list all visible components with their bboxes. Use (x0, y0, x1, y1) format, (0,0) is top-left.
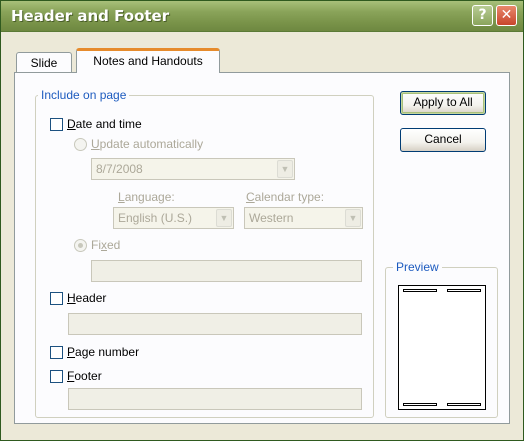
date-format-value: 8/7/2008 (96, 162, 143, 176)
footer-text-field[interactable] (68, 388, 362, 410)
date-format-dropdown[interactable]: 8/7/2008 ▼ (91, 158, 295, 180)
title-bar[interactable]: Header and Footer ? ✕ (1, 1, 523, 32)
close-button[interactable]: ✕ (496, 5, 517, 26)
footer-checkbox[interactable] (50, 370, 63, 383)
preview-footer-right-placeholder (447, 403, 481, 406)
update-automatically-label: Update automatically (91, 137, 204, 151)
help-button[interactable]: ? (472, 5, 493, 26)
calendar-type-dropdown[interactable]: Western ▼ (244, 207, 363, 229)
header-label[interactable]: Header (67, 291, 106, 305)
window-title: Header and Footer (11, 7, 170, 25)
include-on-page-legend: Include on page (38, 88, 130, 102)
date-time-label[interactable]: Date and time (67, 117, 142, 131)
fixed-date-field[interactable] (91, 260, 362, 282)
preview-header-right-placeholder (447, 289, 481, 292)
tab-notes-and-handouts[interactable]: Notes and Handouts (76, 48, 220, 73)
page-number-checkbox[interactable] (50, 346, 63, 359)
header-checkbox[interactable] (50, 292, 63, 305)
update-automatically-radio[interactable] (74, 138, 87, 151)
preview-page (398, 285, 486, 410)
chevron-down-icon[interactable]: ▼ (277, 160, 293, 178)
language-label: Language: (118, 190, 175, 204)
fixed-radio[interactable] (74, 239, 87, 252)
fixed-label: Fixed (91, 238, 121, 252)
date-time-checkbox[interactable] (50, 118, 63, 131)
language-dropdown[interactable]: English (U.S.) ▼ (113, 207, 234, 229)
header-text-field[interactable] (68, 313, 362, 335)
calendar-type-label: Calendar type: (246, 190, 325, 204)
preview-footer-left-placeholder (403, 403, 437, 406)
page-number-label[interactable]: Page number (67, 345, 139, 359)
preview-header-left-placeholder (403, 289, 437, 292)
cancel-button[interactable]: Cancel (400, 128, 486, 152)
footer-label[interactable]: Footer (67, 369, 102, 383)
preview-legend: Preview (393, 260, 442, 274)
apply-to-all-button[interactable]: Apply to All (400, 91, 486, 115)
language-value: English (U.S.) (118, 211, 193, 225)
chevron-down-icon[interactable]: ▼ (345, 209, 361, 227)
calendar-type-value: Western (249, 211, 294, 225)
chevron-down-icon[interactable]: ▼ (216, 209, 232, 227)
tab-slide[interactable]: Slide (16, 52, 72, 72)
